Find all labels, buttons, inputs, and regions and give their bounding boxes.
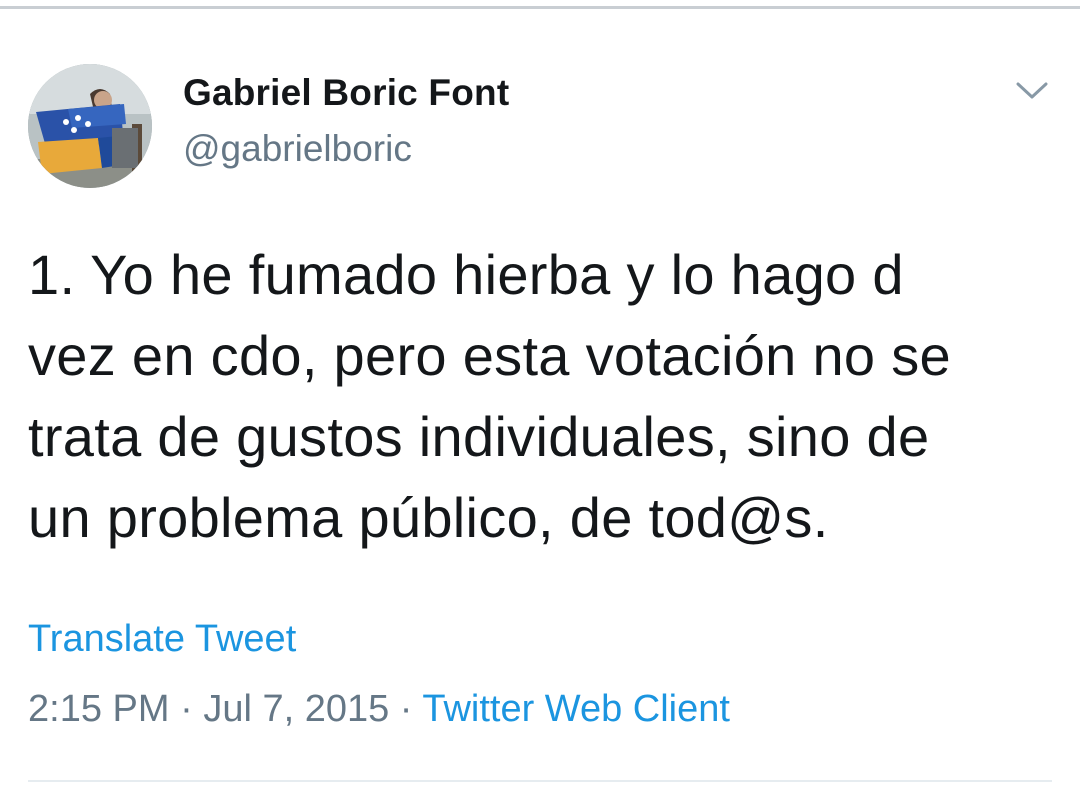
- tweet-menu-button[interactable]: [1012, 74, 1052, 104]
- tweet-line: trata de gustos individuales, sino de: [28, 405, 930, 468]
- translate-tweet-link[interactable]: Translate Tweet: [28, 618, 296, 661]
- meta-separator: ·: [399, 688, 413, 730]
- meta-separator: ·: [180, 688, 193, 730]
- bottom-divider: [28, 780, 1052, 782]
- chevron-down-icon: [1016, 82, 1048, 99]
- tweet-line: un problema público, de tod@s.: [28, 486, 829, 549]
- tweet-time[interactable]: 2:15 PM: [28, 688, 170, 730]
- tweet-metadata: 2:15 PM · Jul 7, 2015 · Twitter Web Clie…: [28, 688, 730, 731]
- tweet-source-link[interactable]: Twitter Web Client: [422, 688, 730, 730]
- top-divider: [0, 6, 1080, 9]
- author-handle[interactable]: @gabrielboric: [183, 128, 412, 170]
- author-display-name[interactable]: Gabriel Boric Font: [183, 72, 509, 114]
- tweet-date[interactable]: Jul 7, 2015: [203, 688, 389, 730]
- avatar[interactable]: [28, 64, 152, 188]
- tweet-text: 1. Yo he fumado hierba y lo hago d vez e…: [28, 234, 1058, 558]
- tweet-line: 1. Yo he fumado hierba y lo hago d: [28, 243, 904, 306]
- profile-photo-icon: [28, 64, 152, 188]
- tweet-line: vez en cdo, pero esta votación no se: [28, 324, 951, 387]
